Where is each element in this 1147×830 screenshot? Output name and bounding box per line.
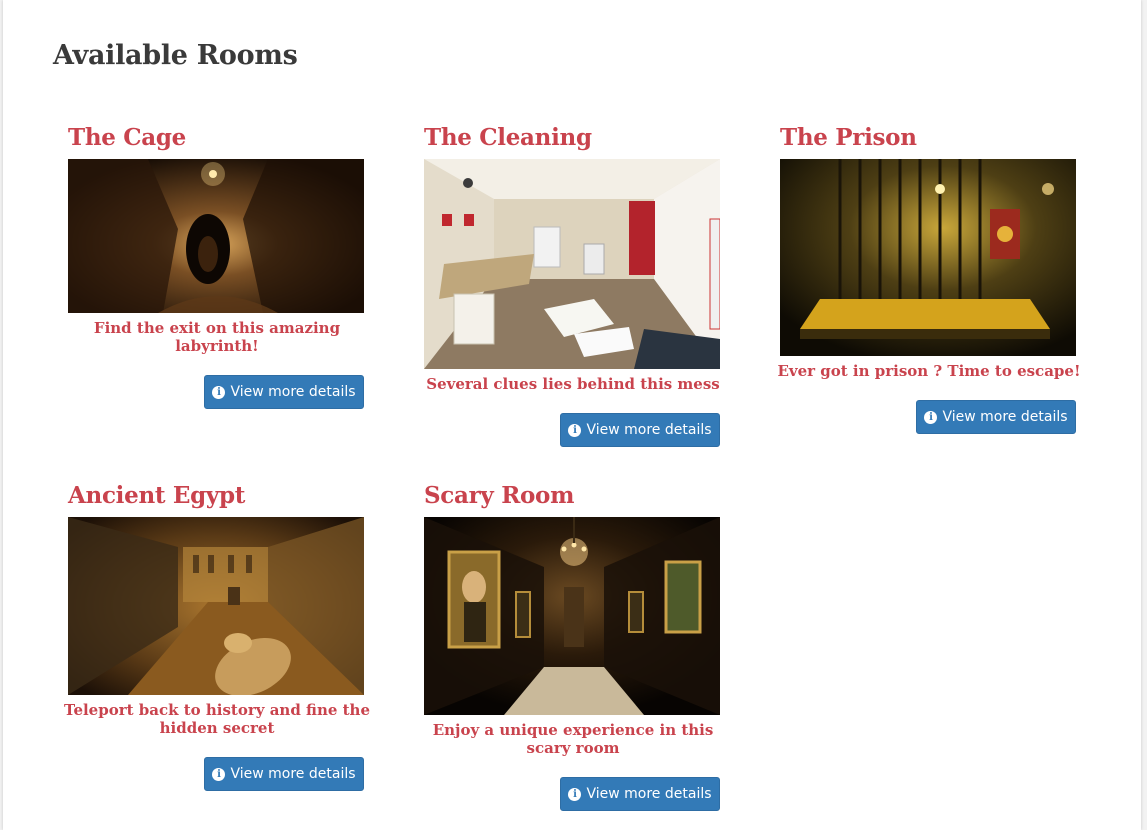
room-title[interactable]: The Prison <box>780 123 1078 153</box>
room-image-egyptian-tomb <box>68 517 364 695</box>
view-details-label: View more details <box>230 766 356 782</box>
room-card: Ancient Egypt Teleport back to history a… <box>64 481 370 791</box>
view-details-label: View more details <box>942 409 1068 425</box>
room-description: Ever got in prison ? Time to escape! <box>777 362 1081 380</box>
room-description: Several clues lies behind this mess <box>426 375 720 393</box>
info-icon: i <box>212 385 226 399</box>
room-description: Enjoy a unique experience in this scary … <box>432 721 714 757</box>
room-card: The Cleaning Several clues lies behind t… <box>424 123 722 447</box>
room-description: Teleport back to history and fine the hi… <box>64 701 370 737</box>
room-title[interactable]: Scary Room <box>424 481 722 511</box>
room-image-messy-room <box>424 159 720 369</box>
room-title[interactable]: The Cleaning <box>424 123 722 153</box>
room-description: Find the exit on this amazing labyrinth! <box>93 319 341 355</box>
info-icon: i <box>568 423 582 437</box>
room-card: Scary Room Enjoy a unique experience in … <box>424 481 722 811</box>
room-image-prison-cell <box>780 159 1076 356</box>
view-details-button[interactable]: i View more details <box>560 777 720 811</box>
view-details-button[interactable]: i View more details <box>204 757 364 791</box>
view-details-button[interactable]: i View more details <box>204 375 364 409</box>
room-card: The Cage Find the exit on this amazing l… <box>68 123 366 409</box>
room-title[interactable]: Ancient Egypt <box>68 481 366 511</box>
page-title: Available Rooms <box>53 40 298 71</box>
info-icon: i <box>568 787 582 801</box>
room-card: The Prison Ever got in prison ? Time to … <box>777 123 1081 434</box>
info-icon: i <box>924 410 938 424</box>
view-details-button[interactable]: i View more details <box>916 400 1076 434</box>
room-title[interactable]: The Cage <box>68 123 366 153</box>
view-details-label: View more details <box>586 422 712 438</box>
room-image-cave <box>68 159 364 313</box>
main-panel: Available Rooms The Cage Find the exit o… <box>3 0 1141 830</box>
view-details-label: View more details <box>586 786 712 802</box>
view-details-button[interactable]: i View more details <box>560 413 720 447</box>
room-image-haunted-gallery <box>424 517 720 715</box>
info-icon: i <box>212 767 226 781</box>
view-details-label: View more details <box>230 384 356 400</box>
